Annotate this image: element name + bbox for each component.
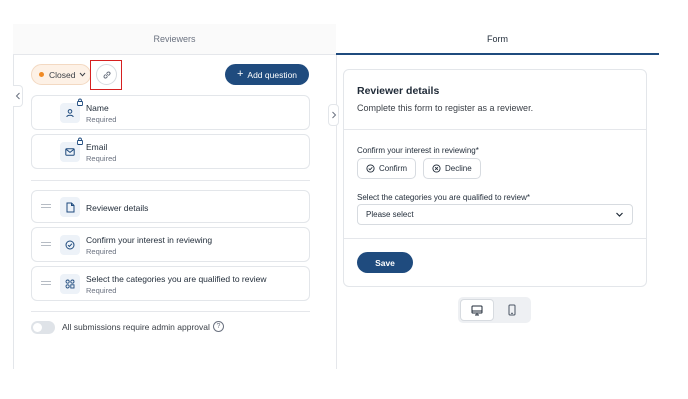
mobile-view-button[interactable] — [495, 299, 529, 321]
admin-approval-toggle[interactable] — [31, 321, 55, 334]
user-icon — [60, 103, 80, 123]
field-subtitle: Required — [86, 115, 117, 124]
add-question-label: Add question — [247, 69, 298, 80]
lock-icon — [77, 137, 83, 145]
field-title: Email — [86, 142, 108, 152]
field-card-name[interactable]: Name Required — [31, 95, 310, 130]
collapse-left-handle[interactable] — [13, 85, 23, 107]
decline-option-label: Decline — [445, 164, 472, 173]
status-dropdown[interactable]: Closed — [31, 64, 91, 85]
plus-icon: + — [236, 68, 244, 80]
form-title: Reviewer details — [357, 85, 440, 97]
form-divider — [344, 129, 646, 130]
question-card-categories[interactable]: Select the categories you are qualified … — [31, 266, 310, 301]
chevron-left-icon — [15, 92, 20, 100]
confirm-option-label: Confirm — [379, 164, 408, 173]
field-title: Name — [86, 103, 109, 113]
drag-handle-icon[interactable] — [41, 240, 51, 250]
add-question-button[interactable]: + Add question — [225, 64, 309, 85]
drag-handle-icon[interactable] — [41, 279, 51, 289]
section-divider — [31, 311, 310, 312]
confirm-question-label: Confirm your interest in reviewing* — [357, 146, 479, 155]
tab-bar: Reviewers Form — [13, 24, 659, 55]
categories-question-label: Select the categories you are qualified … — [357, 193, 530, 202]
tab-form[interactable]: Form — [336, 24, 659, 55]
lock-icon — [77, 98, 83, 106]
status-dot — [39, 72, 44, 77]
categories-select[interactable]: Please select — [357, 204, 633, 225]
confirm-option-button[interactable]: Confirm — [357, 158, 417, 179]
chevron-down-icon — [616, 212, 623, 217]
check-circle-icon — [366, 164, 375, 173]
form-divider — [344, 238, 646, 239]
mail-icon — [60, 142, 80, 162]
section-divider — [31, 180, 310, 181]
question-card-confirm-interest[interactable]: Confirm your interest in reviewing Requi… — [31, 227, 310, 262]
drag-handle-icon[interactable] — [41, 202, 51, 212]
panel-divider — [336, 55, 337, 369]
question-title: Confirm your interest in reviewing — [86, 235, 213, 245]
save-button[interactable]: Save — [357, 252, 413, 273]
highlight-annotation — [90, 60, 122, 90]
desktop-view-button[interactable] — [460, 299, 494, 321]
desktop-icon — [471, 305, 483, 315]
help-icon[interactable]: ? — [213, 321, 224, 332]
tab-reviewers[interactable]: Reviewers — [13, 24, 336, 55]
categories-icon — [60, 274, 80, 294]
admin-approval-label: All submissions require admin approval — [62, 322, 210, 332]
form-preview: Reviewer details Complete this form to r… — [343, 69, 647, 287]
mobile-icon — [508, 304, 516, 316]
check-circle-icon — [60, 235, 80, 255]
form-subtitle: Complete this form to register as a revi… — [357, 103, 534, 113]
document-icon — [60, 197, 80, 217]
question-title: Select the categories you are qualified … — [86, 274, 267, 284]
decline-option-button[interactable]: Decline — [423, 158, 481, 179]
select-value: Please select — [366, 210, 414, 219]
field-card-email[interactable]: Email Required — [31, 134, 310, 169]
collapse-right-handle[interactable] — [328, 104, 339, 126]
question-subtitle: Required — [86, 286, 117, 295]
frame-border — [13, 24, 14, 369]
field-subtitle: Required — [86, 154, 117, 163]
question-card-reviewer-details[interactable]: Reviewer details — [31, 190, 310, 223]
x-circle-icon — [432, 164, 441, 173]
chevron-right-icon — [331, 111, 336, 119]
device-view-toggle — [458, 297, 531, 323]
question-subtitle: Required — [86, 247, 117, 256]
chevron-down-icon — [80, 72, 86, 77]
question-title: Reviewer details — [86, 203, 149, 213]
status-label: Closed — [49, 69, 76, 80]
